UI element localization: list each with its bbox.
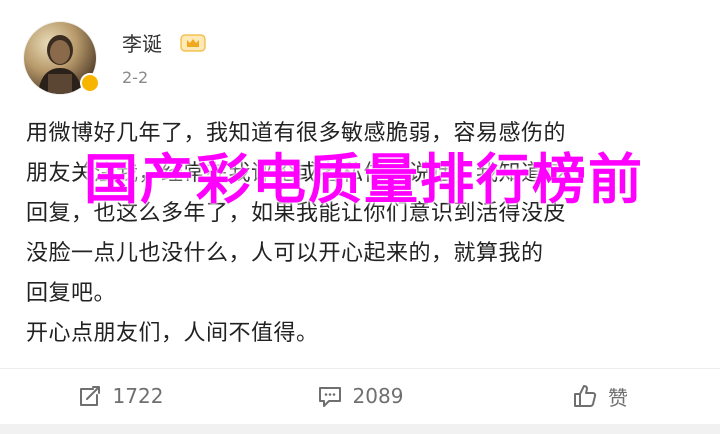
post-timestamp: 2-2	[122, 68, 149, 87]
repost-button[interactable]: 1722	[0, 370, 240, 422]
divider	[0, 368, 720, 369]
content-line: 开心点朋友们，人间不值得。	[26, 321, 319, 346]
like-button[interactable]: 赞	[480, 370, 720, 422]
overlay-watermark-title: 国产彩电质量排行榜前	[84, 148, 644, 211]
bottom-separator	[0, 424, 720, 434]
username[interactable]: 李诞	[122, 32, 162, 56]
action-bar: 1722 2089 赞	[0, 370, 720, 422]
comment-count: 2089	[352, 384, 404, 408]
vip-member-icon[interactable]	[180, 33, 206, 53]
repost-icon	[79, 386, 100, 406]
content-line: 回复吧。	[26, 281, 117, 306]
repost-count: 1722	[112, 384, 164, 408]
comment-icon	[318, 387, 341, 407]
like-label: 赞	[608, 385, 628, 410]
content-line: 没脸一点儿也没什么，人可以开心起来的，就算我的	[26, 241, 544, 266]
weibo-post: 李诞 2-2 用微博好几年了，我知道有很多敏感脆弱，容易感伤的 朋友关注我，经常…	[0, 0, 720, 434]
comment-button[interactable]: 2089	[240, 370, 480, 422]
thumbs-up-icon	[574, 385, 597, 407]
verified-badge-icon	[80, 73, 100, 93]
